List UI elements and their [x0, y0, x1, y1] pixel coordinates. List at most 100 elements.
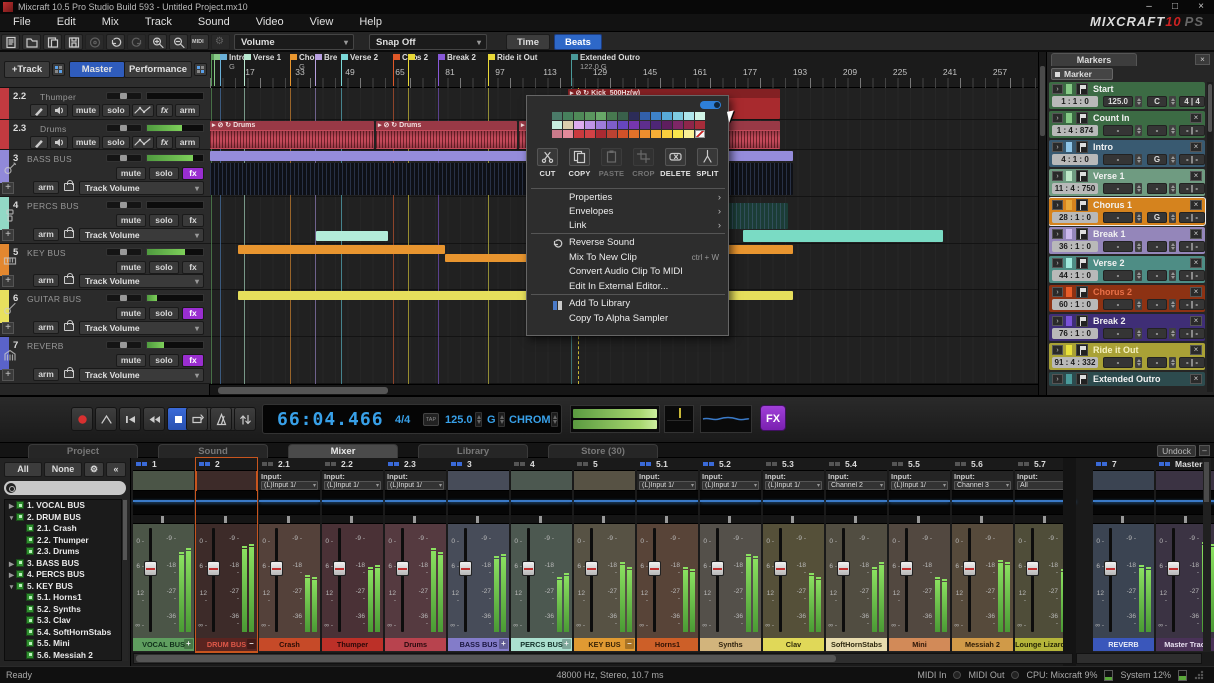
- color-swatch[interactable]: [563, 121, 573, 129]
- color-swatch[interactable]: [662, 130, 672, 138]
- tree-item[interactable]: 5.1. Horns1: [5, 592, 121, 604]
- tree-checkbox[interactable]: [26, 593, 34, 601]
- automation-type-select[interactable]: Volume▾: [234, 34, 354, 50]
- marker-flag[interactable]: Ride it Out: [488, 54, 489, 86]
- lock-icon[interactable]: [64, 323, 74, 331]
- track-volume-select[interactable]: Track Volume▾: [79, 228, 204, 242]
- mixer-hscrollbar[interactable]: [133, 653, 1073, 664]
- marker-signature[interactable]: 4 | 4: [1179, 96, 1205, 107]
- marker-tempo[interactable]: -: [1103, 357, 1133, 368]
- marker-expand-icon[interactable]: ›: [1052, 171, 1063, 181]
- track-solo-button[interactable]: solo: [149, 214, 179, 227]
- mixer-strip-5.6[interactable]: 5.6Input:Channel 30 -6 -12 -∞ --9 --18 -…: [952, 458, 1013, 652]
- color-swatch[interactable]: [596, 112, 606, 120]
- add-subtrack-button[interactable]: +: [2, 369, 14, 381]
- fader-handle[interactable]: [648, 561, 661, 576]
- track-row-2.2[interactable]: 2.2Thumpermutesolofxarm▾: [0, 88, 210, 120]
- marker-time[interactable]: 36 : 1 : 0: [1052, 241, 1098, 252]
- marker-color-chip[interactable]: [1066, 142, 1072, 152]
- fader-handle[interactable]: [963, 561, 976, 576]
- strip-automation-display[interactable]: [133, 491, 194, 515]
- fader-handle[interactable]: [774, 561, 787, 576]
- strip-name-label[interactable]: PERCS BUS+: [511, 638, 572, 651]
- track-row-5[interactable]: 5KEY BUSfxsolomute+armTrack Volume▾: [0, 244, 210, 290]
- key-display[interactable]: G: [487, 414, 496, 426]
- tree-item[interactable]: 5.2. Synths: [5, 604, 121, 616]
- color-swatch[interactable]: [618, 121, 628, 129]
- marker-item[interactable]: ›Start1 : 1 : 0125.0C4 | 4: [1049, 82, 1205, 109]
- track-arm-button[interactable]: arm: [33, 274, 59, 287]
- tree-checkbox[interactable]: [16, 559, 24, 567]
- key-spinner[interactable]: [1169, 96, 1176, 107]
- color-swatch[interactable]: [640, 112, 650, 120]
- tree-checkbox[interactable]: [26, 547, 34, 555]
- color-swatch[interactable]: [640, 130, 650, 138]
- color-swatch[interactable]: [651, 130, 661, 138]
- tempo-spinner[interactable]: [1135, 212, 1142, 223]
- master-fx-button[interactable]: FX: [760, 405, 786, 431]
- master-volume-curve[interactable]: [700, 405, 752, 433]
- marker-time[interactable]: 4 : 1 : 0: [1052, 154, 1098, 165]
- key-spinner[interactable]: [1169, 299, 1176, 310]
- strip-name-label[interactable]: Mini: [889, 638, 950, 651]
- track-arm-button[interactable]: arm: [33, 228, 59, 241]
- strip-name-label[interactable]: Synths: [700, 638, 761, 651]
- menu-item[interactable]: Reverse Sound: [527, 236, 729, 250]
- marker-delete-icon[interactable]: ×: [1190, 200, 1202, 210]
- tab-mixer[interactable]: Mixer: [288, 444, 398, 458]
- marker-color-chip[interactable]: [1066, 113, 1072, 123]
- beats-mode-button[interactable]: Beats: [554, 34, 602, 50]
- volume-fader[interactable]: [275, 528, 278, 632]
- marker-signature[interactable]: - | -: [1179, 183, 1205, 194]
- volume-fader[interactable]: [1109, 528, 1112, 632]
- marker-flag[interactable]: IntroG: [220, 54, 221, 86]
- key-spinner[interactable]: [1169, 357, 1176, 368]
- rewind-button[interactable]: [143, 407, 165, 431]
- strip-name-label[interactable]: Crash: [259, 638, 320, 651]
- marker-delete-icon[interactable]: ×: [1190, 374, 1202, 384]
- tree-item[interactable]: ▼2. DRUM BUS: [5, 512, 121, 524]
- tree-checkbox[interactable]: [26, 605, 34, 613]
- midi-icon[interactable]: MIDI: [190, 34, 209, 50]
- mixer-strip-2.1[interactable]: 2.1Input:(L)Input 1/0 -6 -12 -∞ --9 --18…: [259, 458, 320, 652]
- mixer-vscrollbar[interactable]: [1203, 458, 1211, 652]
- lock-icon[interactable]: [64, 183, 74, 191]
- undock-button[interactable]: Undock: [1157, 445, 1196, 457]
- menu-file[interactable]: File: [0, 14, 44, 30]
- fader-handle[interactable]: [270, 561, 283, 576]
- strip-automation-display[interactable]: [637, 491, 698, 515]
- add-subtrack-button[interactable]: +: [2, 275, 14, 287]
- color-swatch[interactable]: [695, 121, 705, 129]
- color-swatch[interactable]: [640, 121, 650, 129]
- marker-signature[interactable]: - | -: [1179, 270, 1205, 281]
- marker-tempo[interactable]: -: [1103, 125, 1133, 136]
- strip-pan-slider[interactable]: [952, 515, 1013, 524]
- cut-button[interactable]: CUT: [532, 148, 563, 178]
- strip-automation-display[interactable]: [259, 491, 320, 515]
- input-select[interactable]: (L)Input 1/: [261, 481, 318, 490]
- skip-start-button[interactable]: [119, 407, 141, 431]
- menu-help[interactable]: Help: [346, 14, 395, 30]
- strip-pan-slider[interactable]: [826, 515, 887, 524]
- color-swatch[interactable]: [607, 130, 617, 138]
- tree-checkbox[interactable]: [26, 651, 34, 659]
- strip-automation-display[interactable]: [763, 491, 824, 515]
- track-solo-button[interactable]: solo: [102, 136, 130, 149]
- track-pan-slider[interactable]: [106, 154, 142, 162]
- resize-grip[interactable]: [1194, 670, 1204, 680]
- marker-delete-icon[interactable]: ×: [1190, 345, 1202, 355]
- mixer-strip-5.2[interactable]: 5.2Input:(L)Input 1/0 -6 -12 -∞ --9 --18…: [700, 458, 761, 652]
- collapse-sidebar-icon[interactable]: «: [106, 462, 126, 477]
- marker-item[interactable]: ›Verse 1×11 : 4 : 750--- | -: [1049, 169, 1205, 196]
- marker-item[interactable]: ›Chorus 2×60 : 1 : 0--- | -: [1049, 285, 1205, 312]
- strip-pan-slider[interactable]: [1093, 515, 1154, 524]
- mixer-settings-icon[interactable]: ⚙: [84, 462, 104, 477]
- strip-collapse-button[interactable]: +: [499, 639, 508, 649]
- color-swatch[interactable]: [618, 130, 628, 138]
- open-project-icon[interactable]: [22, 34, 41, 50]
- menu-item-envelopes[interactable]: Envelopes›: [527, 205, 729, 219]
- marker-color-chip[interactable]: [1066, 171, 1072, 181]
- marker-tempo[interactable]: -: [1103, 154, 1133, 165]
- strip-name-label[interactable]: SoftHornStabs: [826, 638, 887, 651]
- levels-button[interactable]: [234, 407, 256, 431]
